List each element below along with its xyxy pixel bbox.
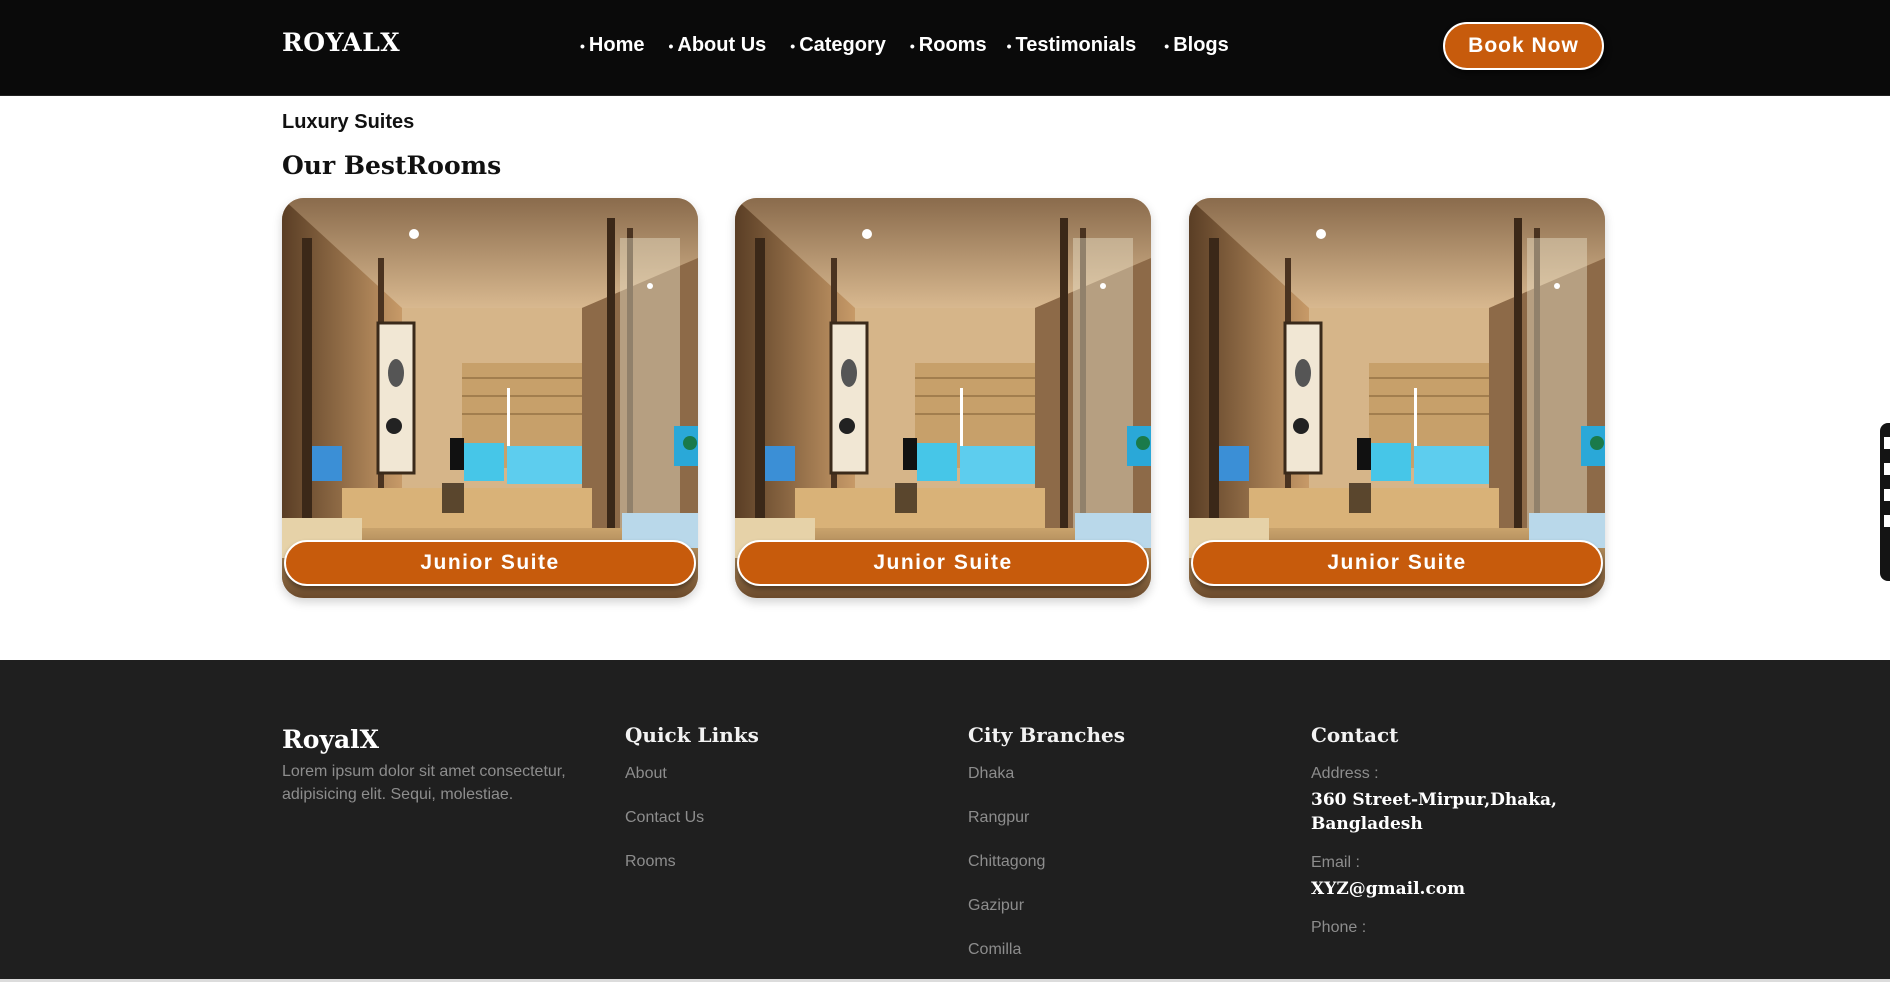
room-card[interactable]: Junior Suite <box>282 198 698 598</box>
room-card-label-button[interactable]: Junior Suite <box>284 540 696 586</box>
footer-branches-column: City Branches Dhaka Rangpur Chittagong G… <box>968 723 1125 982</box>
top-navbar: ROYALX • Home • About Us • Category • Ro… <box>0 0 1890 96</box>
section-kicker: Luxury Suites <box>282 111 415 133</box>
room-card-label-button[interactable]: Junior Suite <box>737 540 1149 586</box>
branch-comilla[interactable]: Comilla <box>968 941 1125 982</box>
branch-rangpur[interactable]: Rangpur <box>968 809 1125 853</box>
footer-description: Lorem ipsum dolor sit amet consectetur, … <box>282 763 566 803</box>
bullet-icon: • <box>1006 37 1012 54</box>
branches-list: Dhaka Rangpur Chittagong Gazipur Comilla <box>968 765 1125 982</box>
footer-link-contact-us[interactable]: Contact Us <box>625 809 759 853</box>
room-card[interactable]: Junior Suite <box>735 198 1151 598</box>
branch-chittagong[interactable]: Chittagong <box>968 853 1125 897</box>
footer-contact-column: Contact Address : 360 Street-Mirpur,Dhak… <box>1311 723 1571 937</box>
quick-links-heading: Quick Links <box>625 723 759 747</box>
footer-quick-links-column: Quick Links About Contact Us Rooms <box>625 723 759 897</box>
bullet-icon: • <box>790 37 796 54</box>
branch-gazipur[interactable]: Gazipur <box>968 897 1125 941</box>
room-card-label-button[interactable]: Junior Suite <box>1191 540 1603 586</box>
address-value: 360 Street-Mirpur,Dhaka, Bangladesh <box>1311 790 1557 834</box>
side-toolbar-icon[interactable] <box>1884 515 1890 527</box>
side-toolbar-icon[interactable] <box>1884 489 1890 501</box>
quick-links-list: About Contact Us Rooms <box>625 765 759 897</box>
nav-rooms[interactable]: • Rooms <box>910 34 987 57</box>
nav-blogs[interactable]: • Blogs <box>1164 34 1228 57</box>
phone-label: Phone : <box>1311 919 1367 936</box>
bullet-icon: • <box>668 37 674 54</box>
nav-home[interactable]: • Home <box>580 34 644 57</box>
bullet-icon: • <box>909 37 915 54</box>
city-branches-heading: City Branches <box>968 723 1125 747</box>
bullet-icon: • <box>1164 37 1170 54</box>
nav-about-us[interactable]: • About Us <box>668 34 766 57</box>
brand-logo[interactable]: ROYALX <box>282 28 400 57</box>
room-photo <box>1189 198 1605 598</box>
side-toolbar-icon[interactable] <box>1884 437 1890 449</box>
bullet-icon: • <box>580 37 585 54</box>
room-card[interactable]: Junior Suite <box>1189 198 1605 598</box>
footer-link-rooms[interactable]: Rooms <box>625 853 759 897</box>
site-footer: RoyalX Lorem ipsum dolor sit amet consec… <box>0 660 1890 982</box>
room-photo <box>282 198 698 598</box>
room-photo <box>735 198 1151 598</box>
section-title: Our BestRooms <box>282 151 502 180</box>
nav-category[interactable]: • Category <box>790 34 886 57</box>
footer-link-about[interactable]: About <box>625 765 759 809</box>
side-toolbar-icon[interactable] <box>1884 463 1890 475</box>
address-label: Address : <box>1311 765 1379 782</box>
footer-brand: RoyalX <box>282 725 380 754</box>
contact-heading: Contact <box>1311 723 1399 747</box>
footer-about-column: RoyalX Lorem ipsum dolor sit amet consec… <box>282 723 567 806</box>
book-now-button[interactable]: Book Now <box>1443 22 1604 70</box>
nav-testimonials[interactable]: • Testimonials <box>1007 34 1137 57</box>
branch-dhaka[interactable]: Dhaka <box>968 765 1125 809</box>
side-toolbar-widget[interactable] <box>1880 423 1890 581</box>
email-value[interactable]: XYZ@gmail.com <box>1311 877 1571 901</box>
main-nav: • Home • About Us • Category • Rooms • T… <box>580 34 1229 57</box>
email-label: Email : <box>1311 854 1360 871</box>
